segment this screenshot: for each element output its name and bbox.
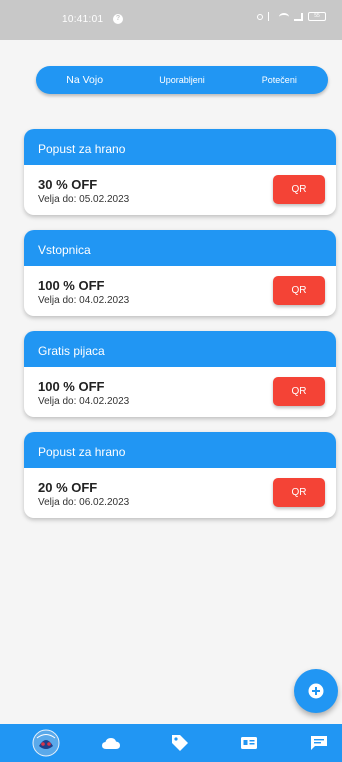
qr-button[interactable]: QR	[273, 377, 325, 406]
nav-cloud[interactable]	[96, 724, 126, 762]
logo-icon	[32, 729, 60, 757]
coupon-card: Popust za hrano 30 % OFF Velja do: 05.02…	[24, 129, 336, 215]
coupon-valid-until: Velja do: 04.02.2023	[38, 396, 130, 407]
wifi-icon	[279, 12, 289, 21]
coupon-discount: 20 % OFF	[38, 480, 98, 495]
coupon-valid-until: Velja do: 04.02.2023	[38, 295, 130, 306]
coupon-card: Vstopnica 100 % OFF Velja do: 04.02.2023…	[24, 230, 336, 316]
add-button[interactable]	[294, 669, 338, 713]
tag-icon	[172, 735, 188, 751]
add-circle-icon	[308, 683, 324, 699]
id-card-icon	[241, 737, 257, 749]
bottom-nav	[0, 724, 342, 762]
cloud-icon	[102, 738, 120, 749]
status-icons: 55	[257, 12, 326, 21]
qr-button[interactable]: QR	[273, 175, 325, 204]
status-time: 10:41:01	[62, 14, 104, 25]
qr-button[interactable]: QR	[273, 478, 325, 507]
coupon-body: 30 % OFF Velja do: 05.02.2023 QR	[24, 165, 336, 215]
signal-icon	[294, 12, 303, 21]
tab-uporabljeni[interactable]: Uporabljeni	[133, 75, 230, 85]
qr-button[interactable]: QR	[273, 276, 325, 305]
coupon-card: Popust za hrano 20 % OFF Velja do: 06.02…	[24, 432, 336, 518]
nav-coupons[interactable]	[165, 724, 195, 762]
chat-icon	[311, 736, 327, 750]
coupon-discount: 100 % OFF	[38, 278, 105, 293]
coupon-card: Gratis pijaca 100 % OFF Velja do: 04.02.…	[24, 331, 336, 417]
battery-icon: 55	[308, 12, 326, 21]
coupon-title: Gratis pijaca	[24, 331, 336, 367]
nav-card[interactable]	[234, 724, 264, 762]
coupon-discount: 100 % OFF	[38, 379, 105, 394]
nav-messages[interactable]	[304, 724, 334, 762]
notification-icon: ?	[113, 14, 123, 24]
tab-poteceni[interactable]: Potečeni	[231, 75, 328, 85]
coupon-title: Vstopnica	[24, 230, 336, 266]
coupon-body: 100 % OFF Velja do: 04.02.2023 QR	[24, 266, 336, 316]
coupon-body: 20 % OFF Velja do: 06.02.2023 QR	[24, 468, 336, 518]
coupon-discount: 30 % OFF	[38, 177, 98, 192]
tab-na-vojo[interactable]: Na Vojo	[36, 74, 133, 86]
coupon-title: Popust za hrano	[24, 432, 336, 468]
coupon-body: 100 % OFF Velja do: 04.02.2023 QR	[24, 367, 336, 417]
nav-home[interactable]	[26, 724, 66, 762]
coupon-tabs: Na Vojo Uporabljeni Potečeni	[36, 66, 328, 94]
status-bar: 10:41:01 ? 55	[0, 0, 342, 40]
coupon-valid-until: Velja do: 05.02.2023	[38, 194, 130, 205]
coupon-title: Popust za hrano	[24, 129, 336, 165]
alarm-icon	[257, 13, 263, 20]
coupon-valid-until: Velja do: 06.02.2023	[38, 497, 130, 508]
bluetooth-icon	[268, 12, 274, 21]
